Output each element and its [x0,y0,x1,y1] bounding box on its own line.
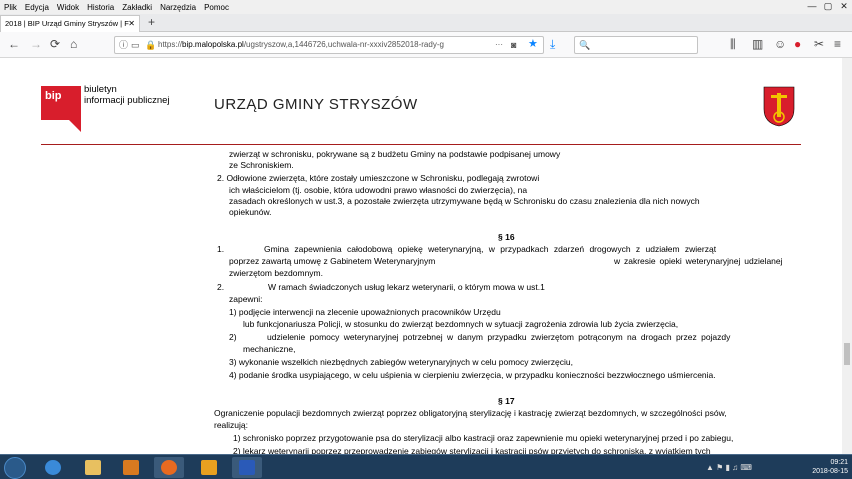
tab-bar: 2018 | BIP Urząd Gminy Stryszów | F ✕ + [0,14,852,32]
taskbar-outlook[interactable] [194,457,224,478]
word-icon [239,460,255,475]
bip-mark: bip [45,90,62,102]
browser-tab[interactable]: 2018 | BIP Urząd Gminy Stryszów | F ✕ [0,15,140,32]
taskbar-ie[interactable] [38,457,68,478]
menu-file[interactable]: Plik [0,3,21,12]
list-number: 2) [229,332,237,342]
screenshot-icon[interactable]: ✂ [814,37,824,51]
folder-icon [85,460,101,475]
paragraph-line: ich właścicielom (tj. osobie, która udow… [229,185,528,195]
download-icon[interactable]: ⤓ [550,37,555,51]
bip-line1: biuletyn [84,84,117,95]
system-tray-icons[interactable]: ▲ ⚑ ▮ ♫ ⌨ [706,463,752,472]
page-actions-button[interactable]: ··· [495,37,503,53]
url-text: https://bip.malopolska.pl/ugstryszow,a,1… [158,40,444,49]
bip-logo-icon: bip [41,86,81,132]
paragraph-line: zwierzętom bezdomnym. [229,268,324,278]
menu-tools[interactable]: Narzędzia [156,3,200,12]
taskbar-explorer[interactable] [78,457,108,478]
lock-icon: 🔒 [145,40,157,50]
reload-button[interactable]: ⟳ [50,37,60,51]
tab-close-icon[interactable]: ✕ [128,16,135,31]
window-controls: — ▢ ✕ [804,0,852,14]
paragraph-line: lub funkcjonariusza Policji, w stosunku … [243,319,679,329]
bip-line2: informacji publicznej [84,95,170,106]
new-tab-button[interactable]: + [148,14,155,31]
ie-icon [45,460,61,475]
paragraph-line: mechaniczne, [243,344,296,354]
list-item: 3) wykonanie wszelkich niezbędnych zabie… [229,357,573,367]
page-title: URZĄD GMINY STRYSZÓW [214,96,418,113]
paragraph-line: poprzez zawartą umowę z Gabinetem Wetery… [229,256,436,266]
paragraph-line: zapewni: [229,294,263,304]
paragraph-line: realizują: [214,420,249,430]
permissions-icon[interactable]: ▭ [131,37,140,53]
list-item: udzielenie pomocy weterynaryjnej potrzeb… [267,332,731,342]
paragraph-line: ze Schroniskiem. [229,160,294,170]
media-player-icon [123,460,139,475]
firefox-icon [161,460,177,475]
taskbar-media[interactable] [116,457,146,478]
scrollbar[interactable] [842,58,852,454]
smiley-icon[interactable]: ☺ [774,37,786,51]
sidebar-icon[interactable]: ▥ [752,37,763,51]
library-icon[interactable]: ⫼ [730,37,736,51]
clock[interactable]: 09:21 2018-08-15 [812,458,848,476]
taskbar-firefox[interactable] [154,457,184,478]
menu-bookmarks[interactable]: Zakładki [118,3,156,12]
list-item: 2) lekarz weterynarii poprzez przeprowad… [233,446,711,454]
page-content: bip biuletyn informacji publicznej URZĄD… [0,58,842,454]
bookmark-star-icon[interactable]: ★ [528,36,538,52]
search-input[interactable]: 🔍 [574,36,698,54]
extension-icon[interactable]: ● [794,37,801,51]
menu-view[interactable]: Widok [53,3,83,12]
maximize-icon[interactable]: ▢ [820,0,836,14]
paragraph-line: Ograniczenie populacji bezdomnych zwierz… [214,408,727,418]
menu-edit[interactable]: Edycja [21,3,53,12]
list-item: 4) podanie środka usypiającego, w celu u… [229,370,716,380]
url-bar[interactable]: ⓘ ▭ 🔒 https://bip.malopolska.pl/ugstrysz… [114,36,544,54]
outlook-icon [201,460,217,475]
menu-help[interactable]: Pomoc [200,3,233,12]
list-number: 1. [217,244,225,254]
navigation-bar: ← → ⟳ ⌂ ⓘ ▭ 🔒 https://bip.malopolska.pl/… [0,32,852,58]
menu-bar: Plik Edycja Widok Historia Zakładki Narz… [0,0,852,14]
forward-button[interactable]: → [30,37,42,51]
scrollbar-thumb[interactable] [844,343,850,365]
taskbar: ▲ ⚑ ▮ ♫ ⌨ 09:21 2018-08-15 [0,454,852,479]
paragraph-line: w zakresie opieki weterynaryjnej udziela… [614,256,783,266]
list-item: 2. Odłowione zwierzęta, które zostały um… [217,173,540,183]
pocket-icon[interactable]: ◙ [511,37,516,53]
paragraph-line: opiekunów. [229,207,272,217]
back-button[interactable]: ← [8,37,20,51]
tab-title: 2018 | BIP Urząd Gminy Stryszów | F [5,19,129,28]
paragraph-line: W ramach świadczonych usług lekarz weter… [268,282,545,292]
home-button[interactable]: ⌂ [70,37,77,51]
close-window-icon[interactable]: ✕ [836,0,852,14]
paragraph-line: Gmina zapewnienia całodobową opiekę wete… [264,244,717,254]
list-number: 2. [217,282,225,292]
list-item: 1) podjęcie interwencji na zlecenie upow… [229,307,501,317]
minimize-icon[interactable]: — [804,0,820,14]
bip-caption: biuletyn informacji publicznej [84,84,170,106]
info-icon[interactable]: ⓘ [119,37,128,53]
start-button[interactable] [4,457,26,479]
section-heading: § 17 [498,396,515,406]
hamburger-menu-icon[interactable]: ≡ [834,37,841,51]
paragraph-line: zasadach określonych w ust.3, a pozostał… [229,196,700,206]
list-item: 1) schronisko poprzez przygotowanie psa … [233,433,734,443]
clock-date: 2018-08-15 [812,468,848,475]
clock-time: 09:21 [830,459,848,466]
header-divider [41,144,801,145]
section-heading: § 16 [498,232,515,242]
coat-of-arms-icon [763,86,795,127]
paragraph-line: zwierząt w schronisku, pokrywane są z bu… [229,149,561,159]
taskbar-word[interactable] [232,457,262,478]
menu-history[interactable]: Historia [83,3,118,12]
